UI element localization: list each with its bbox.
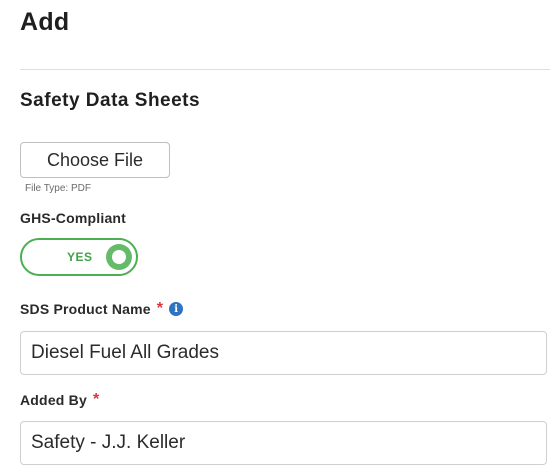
ghs-compliant-label-text: GHS-Compliant: [20, 210, 126, 226]
added-by-label-text: Added By: [20, 392, 87, 408]
added-by-label: Added By *: [20, 391, 99, 409]
required-asterisk: *: [157, 300, 163, 318]
choose-file-button[interactable]: Choose File: [20, 142, 170, 178]
added-by-input[interactable]: [20, 421, 547, 465]
file-type-hint: File Type: PDF: [25, 183, 91, 194]
toggle-knob: [106, 244, 132, 270]
sds-product-name-label: SDS Product Name * i: [20, 300, 183, 318]
section-title: Safety Data Sheets: [20, 90, 200, 112]
header-divider: [20, 69, 550, 70]
required-asterisk: *: [93, 391, 99, 409]
sds-product-name-input[interactable]: [20, 331, 547, 375]
info-icon[interactable]: i: [169, 302, 183, 316]
sds-product-name-label-text: SDS Product Name: [20, 301, 151, 317]
page-title: Add: [20, 8, 70, 37]
ghs-compliant-label: GHS-Compliant: [20, 210, 126, 226]
ghs-compliant-toggle[interactable]: YES: [20, 238, 138, 276]
toggle-knob-center: [112, 250, 126, 264]
toggle-state-text: YES: [67, 250, 93, 264]
